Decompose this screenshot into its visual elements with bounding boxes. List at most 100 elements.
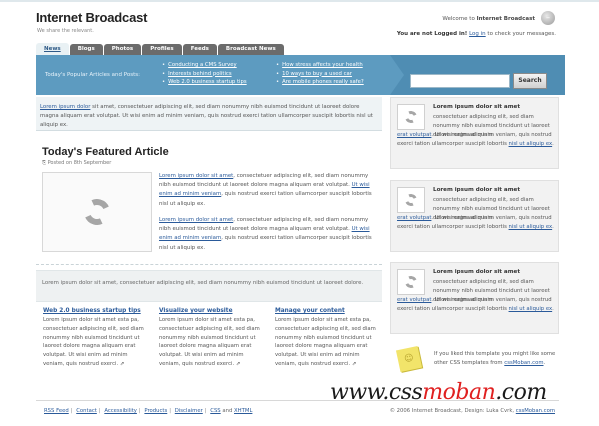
bar-arrow xyxy=(390,55,404,95)
copyright-text: © 2006 Internet Broadcast, Design: Luka … xyxy=(389,408,515,414)
intro-link[interactable]: Lorem ipsum dolor xyxy=(40,104,90,110)
login-link[interactable]: Log in xyxy=(469,31,486,37)
card-link[interactable]: erat volutpat xyxy=(397,297,431,303)
watermark-part: moban xyxy=(422,380,496,405)
search-input[interactable] xyxy=(410,74,510,88)
top-border xyxy=(0,0,599,2)
card-link[interactable]: nisl ut aliquip ex xyxy=(509,306,553,312)
main-nav: News Blogs Photos Profiles Feeds Broadca… xyxy=(36,43,285,55)
column-text: Lorem ipsum dolor sit amet esta pa, cons… xyxy=(43,317,144,367)
note-link[interactable]: cssMoban.com xyxy=(504,360,543,366)
popular-link[interactable]: Are mobile phones really safe? xyxy=(276,78,364,87)
tab-profiles[interactable]: Profiles xyxy=(142,44,182,55)
column-title[interactable]: Web 2.0 business startup tips xyxy=(43,308,145,314)
footer-link-products[interactable]: Products xyxy=(144,408,167,414)
tab-blogs[interactable]: Blogs xyxy=(69,44,103,55)
card-image xyxy=(397,104,425,130)
tab-photos[interactable]: Photos xyxy=(103,44,142,55)
login-status: You are not Logged in! Log in to check y… xyxy=(397,31,556,37)
refresh-icon xyxy=(404,110,418,124)
featured-date: Posted on 8th September xyxy=(47,160,112,166)
welcome-name: Internet Broadcast xyxy=(476,16,535,22)
refresh-icon xyxy=(404,275,418,289)
card-link[interactable]: nisl ut aliquip ex xyxy=(509,224,553,230)
watermark: www.cssmoban.com xyxy=(330,380,547,405)
featured-link[interactable]: Lorem ipsum dolor sit amet xyxy=(159,173,233,179)
footer-links: RSS Feed | Contact | Accessibility | Produc… xyxy=(44,408,253,414)
footer-divider xyxy=(36,400,559,401)
note-end: . xyxy=(543,359,546,366)
footer-link-contact[interactable]: Contact xyxy=(76,408,97,414)
card-title: Lorem ipsum dolor sit amet xyxy=(433,187,520,193)
column-text: Lorem ipsum dolor sit amet esta pa, cons… xyxy=(159,317,260,367)
card-text: erat volutpat. Ut wisi enim ad minim ven… xyxy=(397,296,555,314)
footer-link-xhtml[interactable]: XHTML xyxy=(234,408,252,414)
popular-link[interactable]: How stress affects your health xyxy=(276,61,364,70)
card-link[interactable]: erat volutpat xyxy=(397,132,431,138)
footer-link-disclaimer[interactable]: Disclaimer xyxy=(175,408,203,414)
watermark-part: www.css xyxy=(330,380,423,405)
card-link[interactable]: erat volutpat xyxy=(397,215,431,221)
card-text: erat volutpat. Ut wisi enim ad minim ven… xyxy=(397,131,555,149)
featured-paragraph: Lorem ipsum dolor sit amet, consectetuer… xyxy=(159,172,381,209)
popular-link[interactable]: Interests behind politics xyxy=(162,70,247,79)
featured-image xyxy=(42,172,152,252)
popular-link[interactable]: Web 2.0 business startup tips xyxy=(162,78,247,87)
card-text: erat volutpat. Ut wisi enim ad minim ven… xyxy=(397,214,555,232)
refresh-icon xyxy=(82,197,112,227)
tab-broadcast-news[interactable]: Broadcast News xyxy=(217,44,284,55)
featured-meta: ⎘ Posted on 8th September xyxy=(42,160,112,166)
divider xyxy=(36,264,382,265)
popular-label: Today's Popular Articles and Posts: xyxy=(45,72,140,78)
tab-feeds[interactable]: Feeds xyxy=(182,44,217,55)
sticky-note-icon: ☺ xyxy=(395,345,423,373)
featured-link[interactable]: Lorem ipsum dolor sit amet xyxy=(159,217,233,223)
site-title[interactable]: Internet Broadcast xyxy=(36,10,147,25)
login-status-bold: You are not Logged in! xyxy=(396,31,468,37)
feature-column: Manage your content Lorem ipsum dolor si… xyxy=(275,308,377,369)
footer-link-rss[interactable]: RSS Feed xyxy=(44,408,69,414)
copyright-link[interactable]: cssMoban.com xyxy=(516,408,555,414)
watermark-part: .com xyxy=(495,380,547,405)
feature-column: Web 2.0 business startup tips Lorem ipsu… xyxy=(43,308,145,369)
footer-link-css[interactable]: CSS xyxy=(210,408,220,414)
featured-paragraph: Lorem ipsum dolor sit amet, consectetuer… xyxy=(159,216,381,253)
site-tagline: We share the relevant. xyxy=(37,28,94,34)
card-text-end: . xyxy=(552,305,554,312)
footer-link-accessibility[interactable]: Accessibility xyxy=(104,408,137,414)
card-text-end: . xyxy=(552,223,554,230)
popular-list-2: How stress affects your health 10 ways t… xyxy=(276,61,364,87)
popular-link[interactable]: Conducting a CMS Survey xyxy=(162,61,247,70)
card-title: Lorem ipsum dolor sit amet xyxy=(433,269,520,275)
welcome-text: Welcome to Internet Broadcast xyxy=(442,16,535,22)
featured-title: Today's Featured Article xyxy=(42,146,169,158)
card-text-end: . xyxy=(552,140,554,147)
template-note: ☺ If you liked this template you might l… xyxy=(390,340,559,376)
sidebar-card: Lorem ipsum dolor sit amet consectetuer … xyxy=(390,97,559,169)
featured-article: Today's Featured Article ⎘ Posted on 8th… xyxy=(36,140,382,260)
intro-text: Lorem ipsum dolor sit amet, consectetuer… xyxy=(36,97,382,131)
search-button[interactable]: Search xyxy=(513,73,547,89)
column-text: Lorem ipsum dolor sit amet esta pa, cons… xyxy=(275,317,376,367)
quote-box: Lorem ipsum dolor sit amet, consectetuer… xyxy=(36,270,382,302)
card-image xyxy=(397,269,425,295)
copyright: © 2006 Internet Broadcast, Design: Luka … xyxy=(390,408,555,414)
welcome-prefix: Welcome to xyxy=(442,16,475,22)
intro-body: sit amet, consectetuer adipiscing elit, … xyxy=(40,104,373,128)
tab-news[interactable]: News xyxy=(36,43,69,55)
refresh-icon xyxy=(404,193,418,207)
card-link[interactable]: nisl ut aliquip ex xyxy=(509,141,553,147)
card-image xyxy=(397,187,425,213)
sidebar-card: Lorem ipsum dolor sit amet consectetuer … xyxy=(390,180,559,252)
feature-column: Visualize your website Lorem ipsum dolor… xyxy=(159,308,261,369)
column-title[interactable]: Manage your content xyxy=(275,308,377,314)
popular-link[interactable]: 10 ways to buy a used car xyxy=(276,70,364,79)
column-title[interactable]: Visualize your website xyxy=(159,308,261,314)
feature-columns: Web 2.0 business startup tips Lorem ipsu… xyxy=(43,308,383,380)
user-icon[interactable]: – xyxy=(541,11,555,25)
footer-and: and xyxy=(222,408,233,414)
popular-list-1: Conducting a CMS Survey Interests behind… xyxy=(162,61,247,87)
template-note-text: If you liked this template you might lik… xyxy=(434,350,559,367)
card-title: Lorem ipsum dolor sit amet xyxy=(433,104,520,110)
login-suffix: to check your messages. xyxy=(487,31,556,37)
